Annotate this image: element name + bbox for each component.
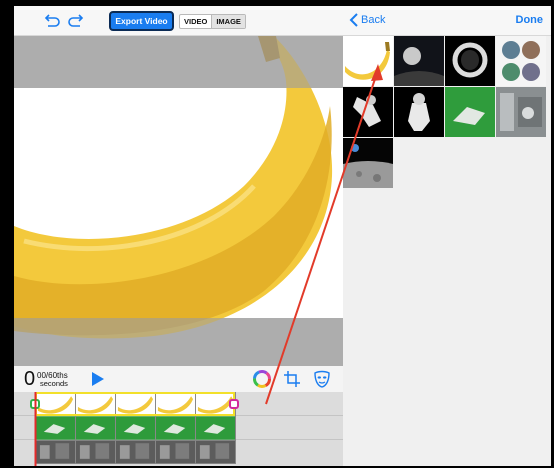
trim-end-handle[interactable] xyxy=(229,399,239,409)
clip-thumbnail xyxy=(196,416,236,440)
clip-thumbnail xyxy=(156,416,196,440)
media-item-earth-from-moon[interactable] xyxy=(343,138,393,188)
mask-overlay-bottom xyxy=(14,318,343,366)
preview-image xyxy=(14,36,343,366)
timeline-track-green-screen xyxy=(14,416,343,440)
time-unit-label: seconds xyxy=(40,379,68,388)
playback-bar: 0 00/60ths seconds xyxy=(14,366,343,392)
color-wheel-icon[interactable] xyxy=(252,369,272,389)
media-item-banana[interactable] xyxy=(343,36,393,86)
chevron-left-icon xyxy=(349,13,358,27)
timeline[interactable] xyxy=(14,392,343,466)
clip-thumbnail xyxy=(116,440,156,464)
clip-thumbnail xyxy=(36,440,76,464)
timeline-track-station xyxy=(14,440,343,466)
clip-thumbnail xyxy=(76,416,116,440)
crop-icon[interactable] xyxy=(282,369,302,389)
clip-thumbnail xyxy=(156,440,196,464)
app-screen: Export Video VIDEO IMAGE 0 00/60ths seco… xyxy=(14,6,551,466)
editor-pane: Export Video VIDEO IMAGE 0 00/60ths seco… xyxy=(14,6,343,466)
media-library-pane: Back Done xyxy=(343,6,551,466)
media-item-astronaut-flying[interactable] xyxy=(343,87,393,137)
undo-icon[interactable] xyxy=(44,11,62,29)
back-button[interactable]: Back xyxy=(349,12,385,28)
media-item-space-station-interior[interactable] xyxy=(496,87,546,137)
clip-thumbnail xyxy=(196,440,236,464)
timeline-track-banana xyxy=(14,392,343,416)
editor-toolbar: Export Video VIDEO IMAGE xyxy=(14,6,343,36)
playhead[interactable] xyxy=(34,392,37,466)
media-item-moon-planet[interactable] xyxy=(394,36,444,86)
clip-selection-frame xyxy=(35,392,235,416)
library-header: Back Done xyxy=(343,6,551,36)
media-item-astronaut-green-screen[interactable] xyxy=(445,87,495,137)
mask-overlay-top xyxy=(14,36,343,88)
clip-station[interactable] xyxy=(36,440,236,464)
mask-icon[interactable] xyxy=(312,369,332,389)
clip-green-screen[interactable] xyxy=(36,416,236,440)
clip-thumbnail xyxy=(36,416,76,440)
back-label: Back xyxy=(361,14,386,26)
export-video-button[interactable]: Export Video xyxy=(109,11,174,31)
media-item-space-helmets[interactable] xyxy=(496,36,546,86)
segment-image[interactable]: IMAGE xyxy=(211,15,245,28)
media-item-astronaut-helmet[interactable] xyxy=(445,36,495,86)
mode-segmented-control: VIDEO IMAGE xyxy=(179,14,246,29)
redo-icon[interactable] xyxy=(66,11,84,29)
play-icon[interactable] xyxy=(91,371,105,387)
clip-thumbnail xyxy=(116,416,156,440)
time-seconds-value: 0 xyxy=(24,368,36,390)
media-item-astronaut-floating[interactable] xyxy=(394,87,444,137)
clip-thumbnail xyxy=(76,440,116,464)
screenshot-frame: Export Video VIDEO IMAGE 0 00/60ths seco… xyxy=(0,0,554,468)
preview-canvas[interactable] xyxy=(14,36,343,366)
segment-video[interactable]: VIDEO xyxy=(180,15,211,28)
done-button[interactable]: Done xyxy=(516,12,544,28)
